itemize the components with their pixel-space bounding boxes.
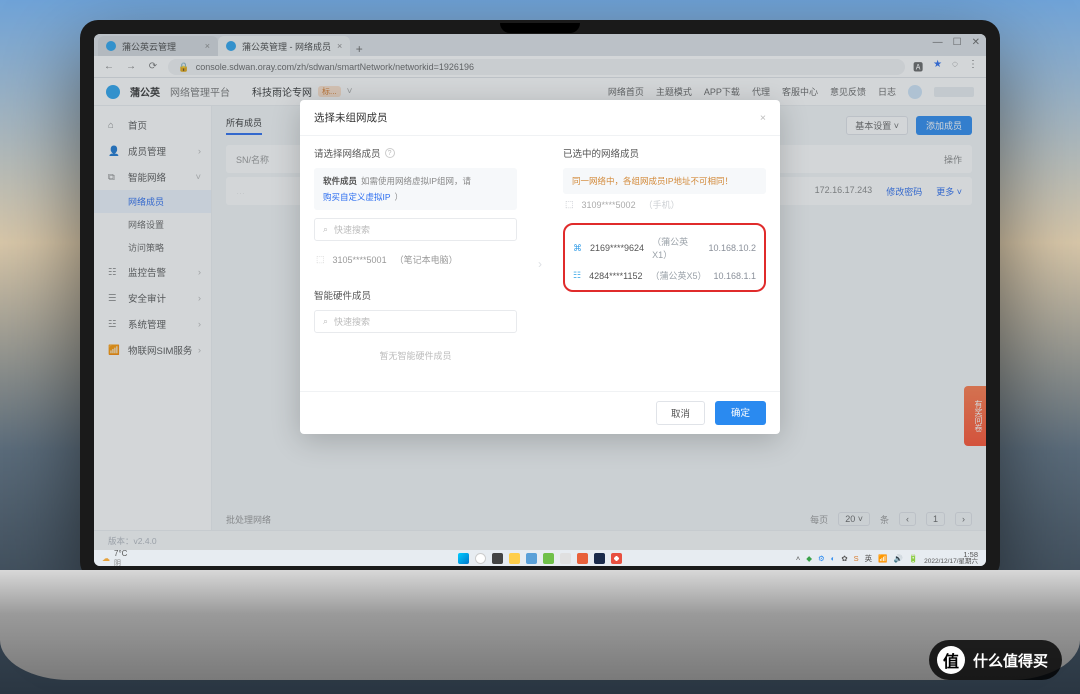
buy-vip-link[interactable]: 购买自定义虚拟IP [323, 191, 391, 203]
cancel-button[interactable]: 取消 [656, 401, 705, 425]
modal-title: 选择未组网成员 [314, 110, 388, 125]
app-icon[interactable] [543, 553, 554, 564]
device-icon: ⬚ [565, 199, 574, 210]
tray-icon[interactable]: ◆ [806, 554, 812, 563]
system-tray: ˄ ◆ ⚙ ◐ ✿ S 英 📶 🔊 🔋 1:58 2022/12/17/星期六 [796, 551, 978, 565]
quick-search-input-2[interactable]: ⌕ 快速搜索 [314, 310, 517, 333]
watermark-text: 什么值得买 [973, 650, 1048, 671]
app-icon[interactable] [526, 553, 537, 564]
modal-overlay: 选择未组网成员 × 请选择网络成员? 软件成员 如需使用网络虚拟IP组网，请 购… [94, 34, 986, 566]
hw-empty: 暂无智能硬件成员 [314, 349, 517, 362]
temp: 7°C [114, 549, 127, 558]
sel-desc: （手机） [644, 198, 680, 211]
chrome-icon[interactable] [611, 553, 622, 564]
search-button[interactable] [475, 553, 486, 564]
sw-hint: 如需使用网络虚拟IP组网，请 [361, 175, 471, 187]
select-member-modal: 选择未组网成员 × 请选择网络成员? 软件成员 如需使用网络虚拟IP组网，请 购… [300, 100, 780, 434]
date: 2022/12/17/星期六 [924, 559, 978, 566]
camera-notch [500, 23, 580, 33]
sw-section: 软件成员 [323, 175, 357, 187]
software-info: 软件成员 如需使用网络虚拟IP组网，请 购买自定义虚拟IP ） [314, 168, 517, 210]
search-icon: ⌕ [323, 224, 328, 235]
start-button[interactable] [458, 553, 469, 564]
volume-icon[interactable]: 🔊 [893, 554, 902, 563]
app-icon[interactable] [577, 553, 588, 564]
sel-desc: （蒲公英X5） [650, 269, 705, 282]
sel-sn: 2169****9624 [590, 243, 644, 253]
right-title: 已选中的网络成员 [563, 146, 639, 160]
tray-icon[interactable]: ◐ [831, 554, 836, 563]
weather-icon: ☁ [102, 554, 110, 563]
battery-icon[interactable]: 🔋 [909, 554, 918, 563]
transfer-arrow-icon: › [531, 136, 549, 391]
member-desc: （笔记本电脑） [395, 253, 458, 266]
hw-section: 智能硬件成员 [314, 288, 517, 302]
wifi-icon[interactable]: 📶 [878, 554, 887, 563]
selected-row[interactable]: ⬚ 3109****5002 （手机） [563, 194, 766, 215]
tray-icon[interactable]: S [854, 554, 859, 563]
tray-chevron-icon[interactable]: ˄ [796, 554, 800, 563]
router-icon: ⌘ [573, 243, 582, 254]
selected-row[interactable]: ⌘ 2169****9624 （蒲公英X1） 10.168.10.2 [571, 231, 758, 265]
member-row[interactable]: ⬚ 3105****5001 （笔记本电脑） [314, 249, 517, 270]
search-placeholder: 快速搜索 [334, 315, 370, 328]
clock[interactable]: 1:58 2022/12/17/星期六 [924, 551, 978, 565]
left-title: 请选择网络成员 [314, 146, 381, 160]
search-placeholder: 快速搜索 [334, 223, 370, 236]
screen: 蒲公英云管理 × 蒲公英管理 - 网络成员 × + — ☐ ✕ ← → ⟳ 🔒 … [94, 34, 986, 566]
photoshop-icon[interactable] [594, 553, 605, 564]
quick-search-input[interactable]: ⌕ 快速搜索 [314, 218, 517, 241]
sel-sn: 3109****5002 [582, 200, 636, 210]
router-icon: ☷ [573, 270, 581, 281]
help-icon[interactable]: ? [385, 148, 395, 158]
tray-icon[interactable]: ✿ [841, 554, 847, 563]
laptop-base [0, 570, 1080, 680]
smzdm-watermark: 值 什么值得买 [929, 640, 1062, 680]
cond: 阴 [114, 558, 127, 567]
modal-right-panel: 已选中的网络成员 同一网络中，各组网成员IP地址不可相同！ ⬚ 3109****… [549, 136, 780, 391]
app-icon[interactable] [560, 553, 571, 564]
sel-ip: 10.168.1.1 [713, 271, 756, 281]
search-icon: ⌕ [323, 316, 328, 327]
modal-left-panel: 请选择网络成员? 软件成员 如需使用网络虚拟IP组网，请 购买自定义虚拟IP ）… [300, 136, 531, 391]
sel-ip: 10.168.10.2 [708, 243, 756, 253]
selected-row[interactable]: ☷ 4284****1152 （蒲公英X5） 10.168.1.1 [571, 265, 758, 286]
ip-unique-warning: 同一网络中，各组网成员IP地址不可相同！ [563, 168, 766, 194]
member-sn: 3105****5001 [333, 255, 387, 265]
explorer-button[interactable] [509, 553, 520, 564]
laptop-bezel: 蒲公英云管理 × 蒲公英管理 - 网络成员 × + — ☐ ✕ ← → ⟳ 🔒 … [80, 20, 1000, 580]
tray-icon[interactable]: ⚙ [818, 554, 825, 563]
sel-sn: 4284****1152 [589, 271, 642, 281]
watermark-glyph: 值 [937, 646, 965, 674]
confirm-button[interactable]: 确定 [715, 401, 766, 425]
highlighted-selection: ⌘ 2169****9624 （蒲公英X1） 10.168.10.2 ☷ 428… [563, 223, 766, 292]
sel-desc: （蒲公英X1） [652, 235, 700, 261]
weather-widget[interactable]: ☁ 7°C 阴 [102, 549, 127, 567]
device-icon: ⬚ [316, 254, 325, 265]
taskbar-center [458, 553, 622, 564]
modal-close-button[interactable]: × [760, 112, 766, 124]
ime-icon[interactable]: 英 [865, 553, 873, 564]
taskview-button[interactable] [492, 553, 503, 564]
taskbar: ☁ 7°C 阴 ˄ ◆ ⚙ [94, 550, 986, 566]
